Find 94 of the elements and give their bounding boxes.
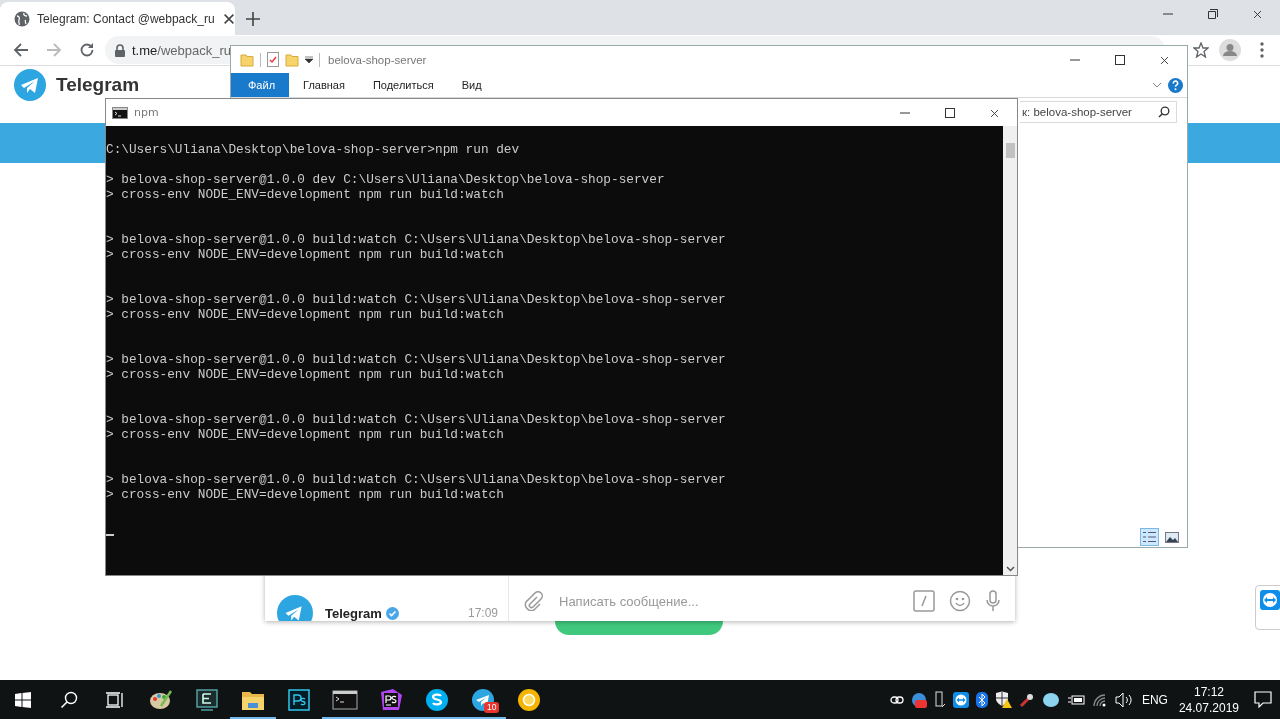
console-line: > belova-shop-server@1.0.0 build:watch C:\Users\Uliana\Desktop\belova-shop-server [106,472,727,487]
avatar-icon [1219,39,1241,61]
window-title: npm [134,106,159,119]
editor-icon [195,687,219,712]
console-line: C:\Users\Uliana\Desktop\belova-shop-server>npm run dev [106,142,521,157]
globe-icon [14,10,30,27]
plus-icon [246,11,260,26]
console-line: > belova-shop-server@1.0.0 build:watch C:\Users\Uliana\Desktop\belova-shop-server [106,412,727,427]
console-line: > belova-shop-server@1.0.0 build:watch C:\Users\Uliana\Desktop\belova-shop-server [106,352,727,367]
paperclip-icon[interactable] [523,591,543,611]
browser-tab[interactable]: Telegram: Contact @webpack_ru [0,2,235,35]
ribbon-tab[interactable]: Вид [447,73,496,97]
minimize-icon [1069,59,1080,61]
restore-icon [1207,9,1218,19]
clock-date[interactable]: 24.07.2019 [1178,700,1239,715]
volume-icon[interactable] [1114,691,1135,708]
chat-time: 17:09 [467,606,498,620]
ribbon-tab[interactable]: Файл [231,73,290,97]
chevron-down-icon[interactable] [1152,82,1162,88]
command-icon[interactable] [913,590,935,612]
terminal-icon [112,106,128,119]
task-view-icon [106,690,124,709]
link-icon[interactable] [889,694,904,705]
list-icon [1142,531,1157,543]
terminal-icon [332,689,358,710]
minimize-icon [899,112,910,114]
side-tab[interactable] [1255,585,1280,630]
details-view-button[interactable] [1140,528,1159,546]
bluetooth-icon[interactable] [975,691,988,708]
tool-icon[interactable] [1018,691,1035,708]
shield-warning-icon[interactable] [994,691,1012,708]
minimize-icon [1162,13,1173,15]
console-line: > belova-shop-server@1.0.0 dev C:\Users\Uliana\Desktop\belova-shop-server [106,172,666,187]
brand-name: Telegram [56,74,140,96]
battery-icon[interactable] [1066,693,1085,706]
close-icon [1252,8,1263,20]
ribbon-tab[interactable]: Главная [289,73,359,97]
profile-button[interactable] [1216,36,1244,64]
console-line: > belova-shop-server@1.0.0 build:watch C:\Users\Uliana\Desktop\belova-shop-server [106,232,727,247]
lock-icon [115,43,125,57]
telegram-logo-icon [14,69,46,101]
console-line: > cross-env NODE_ENV=development npm run build:watch [106,247,505,262]
teamviewer-icon[interactable] [952,691,969,708]
console-line: > cross-env NODE_ENV=development npm run build:watch [106,307,505,322]
close-icon [989,107,1000,119]
cloud-icon[interactable] [1041,691,1060,708]
forward-arrow-icon [45,42,62,58]
search-field[interactable]: к: belova-shop-server [1020,101,1177,123]
console-line: > cross-env NODE_ENV=development npm run build:watch [106,427,505,442]
dropdown-icon[interactable] [305,55,313,64]
taskbar-button[interactable]: 10 [460,680,506,719]
microphone-icon[interactable] [985,590,1001,612]
skype-icon [425,687,449,712]
wifi-icon[interactable] [1091,692,1108,707]
teamviewer-icon [1260,590,1280,610]
scrollbar[interactable] [1003,126,1017,575]
text-cursor [106,534,114,536]
action-button[interactable] [555,621,723,635]
star-icon [1193,42,1209,58]
help-icon[interactable] [1168,77,1183,93]
phpstorm-icon [379,687,403,712]
message-field[interactable]: Написать сообщение... [557,592,899,610]
ribbon-tab[interactable]: Поделиться [358,73,448,97]
notification-badge: 10 [484,702,500,713]
reload-icon [78,42,95,58]
search-icon [1158,106,1170,118]
usb-drive-icon[interactable] [933,690,946,709]
close-icon [1159,54,1170,66]
properties-icon[interactable] [267,52,279,67]
window-title: belova-shop-server [328,53,427,66]
chevron-down-icon[interactable] [1005,566,1015,572]
close-icon[interactable] [221,11,236,26]
console-line: > cross-env NODE_ENV=development npm run build:watch [106,487,505,502]
chat-title: Telegram [325,605,382,621]
photoshop-icon [288,688,310,711]
smile-icon[interactable] [949,590,971,612]
maximize-icon [1114,55,1125,65]
back-arrow-icon [12,42,29,58]
language-indicator[interactable]: ENG [1141,692,1168,707]
chat-item[interactable]: Telegram 17:09 [265,595,508,621]
console-line: > belova-shop-server@1.0.0 build:watch C:\Users\Uliana\Desktop\belova-shop-server [106,292,727,307]
console-line: > cross-env NODE_ENV=development npm run build:watch [106,187,505,202]
menu-icon [1260,42,1264,58]
console-line: > cross-env NODE_ENV=development npm run build:watch [106,367,505,382]
app-tray-icon[interactable] [910,691,927,708]
search-icon [60,690,78,709]
maximize-icon [944,108,955,118]
scroll-thumb[interactable] [1005,143,1015,158]
clock-time[interactable]: 17:12 [1193,684,1224,699]
browser-icon [517,687,541,712]
url-text: t.me/webpack_ru [132,42,231,58]
notifications-icon[interactable] [1254,691,1272,708]
windows-icon [15,691,31,708]
image-icon [1164,531,1179,543]
